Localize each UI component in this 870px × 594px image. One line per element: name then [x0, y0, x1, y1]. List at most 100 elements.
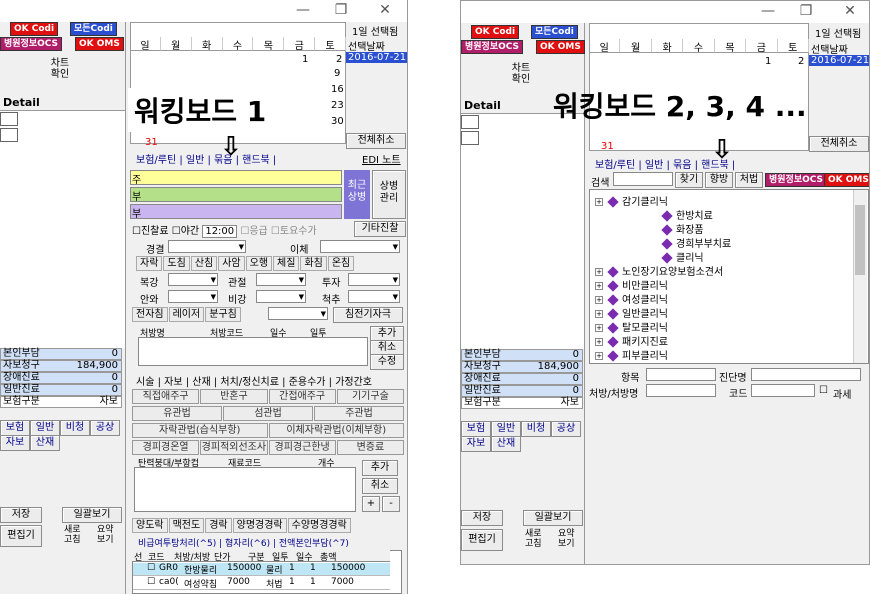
calendar-date-31[interactable]: 31: [145, 137, 158, 148]
okcodi-button[interactable]: OK Codi: [10, 22, 59, 36]
material-add-button[interactable]: 추가: [362, 460, 398, 476]
search-input[interactable]: [613, 172, 673, 186]
chart-confirm-button[interactable]: 차트 확인: [30, 58, 90, 80]
row-checkbox[interactable]: ☐: [147, 563, 155, 573]
procedure-button[interactable]: 주관법: [314, 406, 404, 421]
refresh-button-2[interactable]: 새로 고침: [525, 529, 542, 549]
close-button-2[interactable]: ✕: [835, 3, 865, 19]
tree-item[interactable]: + 비만클리닉: [595, 277, 668, 292]
summary-button[interactable]: 요약 보기: [97, 525, 114, 545]
tab-jabo-2[interactable]: 자보: [461, 436, 491, 452]
tab-general-2[interactable]: 일반: [491, 421, 521, 437]
proc-button[interactable]: 온침: [327, 256, 355, 271]
save-button[interactable]: 저장: [0, 507, 42, 523]
item-input[interactable]: [646, 368, 716, 381]
okcodi-button-2[interactable]: OK Codi: [471, 25, 520, 39]
procedure-button[interactable]: 경피적외선조사: [200, 440, 268, 455]
expand-icon[interactable]: +: [595, 282, 603, 290]
code-input[interactable]: [751, 384, 815, 397]
emerg-checkbox[interactable]: ☐: [240, 226, 249, 237]
allcodi-button[interactable]: 모든Codi: [70, 22, 117, 36]
detail-box2-2[interactable]: [461, 131, 479, 145]
proc-button[interactable]: 체질: [273, 256, 300, 271]
row-checkbox[interactable]: ☐: [147, 577, 155, 587]
procedure-button[interactable]: 간접애주구: [268, 389, 336, 404]
tuja-select[interactable]: [348, 273, 400, 286]
jinchal-checkbox[interactable]: ☐: [132, 226, 141, 237]
proc-button[interactable]: 사암: [218, 256, 245, 271]
tree-item[interactable]: + 탈모클리닉: [595, 319, 668, 334]
tab-gongsang[interactable]: 공상: [90, 420, 120, 436]
procedure-button[interactable]: 이체자락관법(이체부항): [268, 423, 404, 438]
restore-button-2[interactable]: ❐: [791, 3, 821, 19]
bokgang-select[interactable]: [168, 273, 218, 286]
calendar-date-31-2[interactable]: 31: [601, 141, 614, 152]
fee-tabs[interactable]: 비급여투탕처리(^5) | 형자리(^6) | 전액본인부담(^7): [138, 536, 349, 549]
calendar-date-1-2[interactable]: 1: [765, 56, 771, 67]
procedure-button[interactable]: 직접애주구: [132, 389, 200, 404]
measure-tab[interactable]: 맥전도: [168, 518, 205, 533]
procedure-button[interactable]: 변증료: [336, 440, 404, 455]
date-num-16[interactable]: 16: [331, 84, 344, 95]
workboard-tabs[interactable]: 보험/루틴 | 일반 | 묶음 | 핸드북 |: [136, 151, 276, 166]
proc-button[interactable]: 자락: [136, 256, 163, 271]
time-field[interactable]: 12:00: [202, 225, 238, 238]
tab-jabo[interactable]: 자보: [0, 435, 30, 451]
procedure-button[interactable]: 유관법: [132, 406, 222, 421]
kyungkeol-select[interactable]: [168, 240, 246, 253]
cheokchu-select[interactable]: [348, 290, 400, 303]
measure-tab[interactable]: 양명경경락: [232, 518, 287, 533]
save-button-2[interactable]: 저장: [461, 510, 503, 526]
chart-confirm-button-2[interactable]: 차트 확인: [491, 63, 551, 85]
anoe-select[interactable]: [168, 290, 218, 303]
calendar-date-1[interactable]: 1: [302, 54, 308, 65]
measure-tab[interactable]: 양도락: [132, 518, 168, 533]
summary-button-2[interactable]: 요약 보기: [558, 529, 575, 549]
proc-button[interactable]: 산침: [190, 256, 218, 271]
recent-disease-button[interactable]: 최근 상병: [344, 170, 370, 219]
sat-checkbox[interactable]: ☐: [271, 226, 280, 237]
tab-sanjae-2[interactable]: 산재: [491, 436, 521, 452]
allcodi-button-2[interactable]: 모든Codi: [531, 25, 578, 39]
minimize-button-2[interactable]: —: [753, 3, 783, 19]
editor-button[interactable]: 편집기: [0, 525, 42, 547]
measure-tab[interactable]: 경락: [205, 518, 232, 533]
date-num-23[interactable]: 23: [331, 100, 344, 111]
oms-button-3[interactable]: OK OMS: [824, 173, 869, 187]
cancel-all-button[interactable]: 전체취소: [346, 133, 406, 149]
oms-button[interactable]: OK OMS: [75, 37, 124, 51]
proc-button[interactable]: 도침: [163, 256, 190, 271]
detail-box2[interactable]: [0, 128, 18, 142]
refresh-button[interactable]: 새로 고침: [64, 525, 81, 545]
tree-item[interactable]: + 감기클리닉: [595, 193, 668, 208]
expand-icon[interactable]: +: [595, 324, 603, 332]
diag-row-main[interactable]: [130, 170, 342, 185]
bigang-select[interactable]: [256, 290, 306, 303]
ocs-button-3[interactable]: 병원정보OCS: [765, 173, 828, 187]
tab-nonclaim[interactable]: 비청: [60, 420, 90, 436]
tab-insurance-2[interactable]: 보험: [461, 421, 491, 437]
tab-gongsang-2[interactable]: 공상: [551, 421, 581, 437]
proc5-select[interactable]: [268, 307, 328, 320]
tab-nonclaim-2[interactable]: 비청: [521, 421, 551, 437]
tab-general[interactable]: 일반: [30, 420, 60, 436]
procedure-button[interactable]: 섬관법: [223, 406, 313, 421]
tree-item[interactable]: + 노인장기요양보험소견서: [595, 263, 723, 278]
rx-grid-row[interactable]: ☐ GR0 한방물리 150000 물리 1 1 150000: [133, 563, 390, 576]
find-button[interactable]: 찾기: [675, 172, 703, 188]
procedure-button[interactable]: 자락관법(습식부항): [132, 423, 268, 438]
material-plus-button[interactable]: +: [362, 496, 380, 512]
expand-icon[interactable]: +: [595, 352, 603, 360]
bulk-view-button[interactable]: 일괄보기: [62, 507, 122, 523]
ocs-button-2[interactable]: 병원정보OCS: [461, 40, 524, 54]
edi-note-link[interactable]: EDI 노트: [362, 151, 401, 166]
tree-item[interactable]: + 여성클리닉: [595, 291, 668, 306]
proc-button[interactable]: 오행: [245, 256, 273, 271]
material-cancel-button[interactable]: 취소: [362, 478, 398, 494]
restore-button[interactable]: ❐: [326, 2, 356, 18]
electric-acu-button[interactable]: 침전기자극: [333, 307, 403, 323]
bulk-view-button-2[interactable]: 일괄보기: [523, 510, 583, 526]
other-jinchal-button[interactable]: 기타진찰: [354, 221, 406, 237]
cancel-all-button-2[interactable]: 전체취소: [809, 136, 869, 152]
tree-item[interactable]: + 일반클리닉: [595, 305, 668, 320]
